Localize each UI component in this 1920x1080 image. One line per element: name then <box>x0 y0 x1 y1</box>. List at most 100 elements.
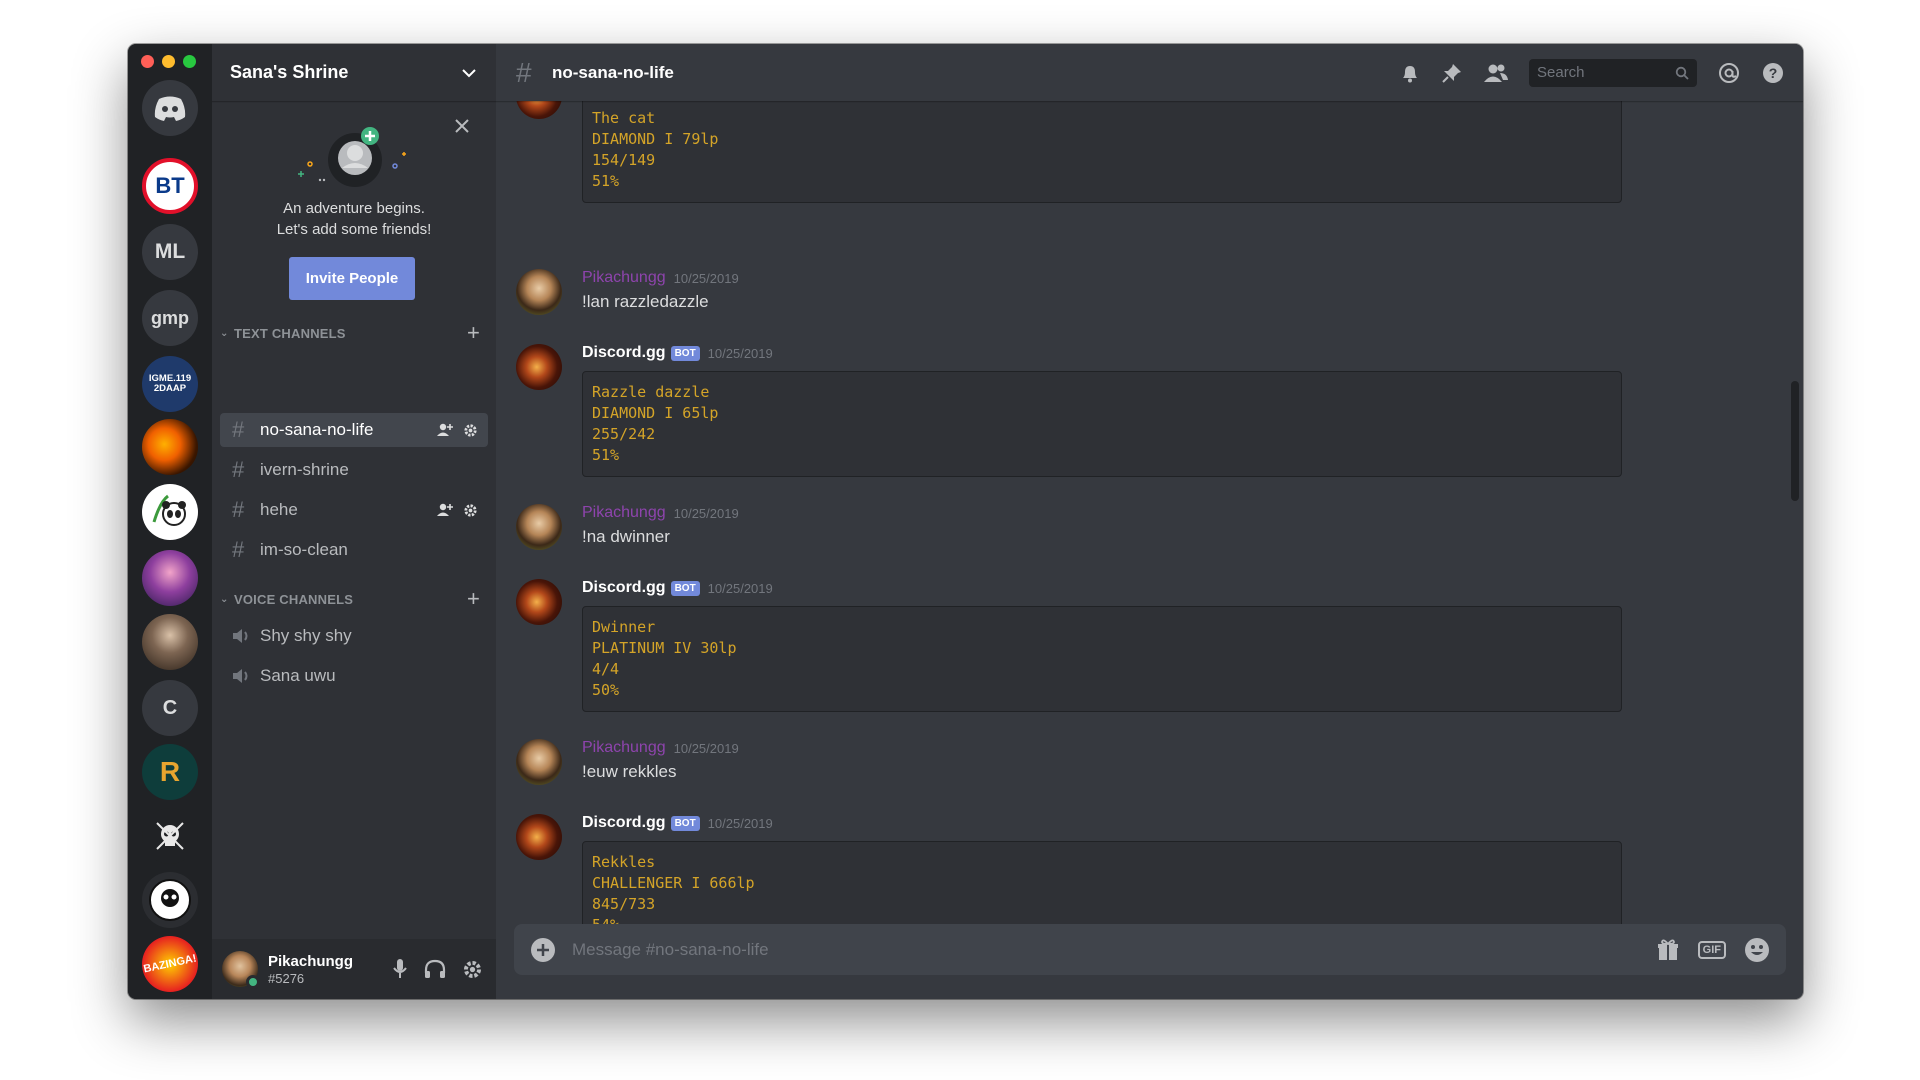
author-name[interactable]: Pikachungg <box>582 269 666 287</box>
server-icon-ml[interactable]: ML <box>142 224 198 280</box>
discord-logo-icon <box>154 96 186 121</box>
close-icon[interactable] <box>454 118 470 134</box>
create-channel-plus-icon[interactable]: + <box>467 320 480 346</box>
bot-badge: BOT <box>670 815 700 831</box>
window-controls <box>141 55 196 68</box>
author-name[interactable]: Pikachungg <box>582 504 666 522</box>
headphones-icon[interactable] <box>424 959 446 979</box>
composer-actions: GIF <box>1656 937 1770 963</box>
speaker-icon <box>233 669 248 683</box>
server-icon-fire[interactable] <box>142 419 198 475</box>
voice-channel-shy-shy-shy[interactable]: Shy shy shy <box>220 619 488 653</box>
channel-no-sana-no-life[interactable]: # no-sana-no-life <box>220 413 488 447</box>
speaker-icon <box>233 629 248 643</box>
code-block: The cat DIAMOND I 79lp 154/149 51% <box>582 101 1622 203</box>
timestamp: 10/25/2019 <box>673 505 739 521</box>
server-icon-photo[interactable] <box>142 614 198 670</box>
voice-channel-sana-uwu[interactable]: Sana uwu <box>220 659 488 693</box>
server-icon-anime[interactable] <box>142 550 198 606</box>
channel-sidebar: Sana's Shrine An adventure begins. Let's… <box>212 44 496 999</box>
server-icon-c[interactable]: C <box>142 680 198 736</box>
pin-icon[interactable] <box>1441 62 1463 84</box>
gift-icon[interactable] <box>1656 938 1680 962</box>
message-list: The cat DIAMOND I 79lp 154/149 51% Pikac… <box>496 101 1803 951</box>
voice-channels-category[interactable]: ⌄ VOICE CHANNELS + <box>220 586 488 612</box>
message-header: Pikachungg 10/25/2019 <box>582 737 739 759</box>
author-name[interactable]: Discord.gg <box>582 579 666 597</box>
search-input[interactable]: Search <box>1529 58 1697 87</box>
author-name[interactable]: Pikachungg <box>582 739 666 757</box>
gear-icon[interactable] <box>462 959 483 980</box>
server-icon-bazinga[interactable]: BAZINGA! <box>136 930 204 998</box>
author-name[interactable]: Discord.gg <box>582 814 666 832</box>
channel-ivern-shrine[interactable]: # ivern-shrine <box>220 453 488 487</box>
close-window-button[interactable] <box>141 55 154 68</box>
server-icon-bt[interactable]: BT <box>142 158 198 214</box>
message-composer: GIF <box>514 924 1786 975</box>
server-icon-r[interactable]: R <box>142 744 198 800</box>
invite-user-icon[interactable] <box>437 423 454 437</box>
home-button[interactable] <box>142 80 198 136</box>
server-icon-igme[interactable]: IGME.119 2DAAP <box>142 356 198 412</box>
svg-text:?: ? <box>1769 65 1778 81</box>
avatar[interactable] <box>222 951 260 989</box>
bot-badge: BOT <box>670 580 700 596</box>
minimize-window-button[interactable] <box>162 55 175 68</box>
create-voice-channel-plus-icon[interactable]: + <box>467 586 480 612</box>
timestamp: 10/25/2019 <box>673 270 739 286</box>
message-header: Pikachungg 10/25/2019 <box>582 502 739 524</box>
emblem-icon <box>149 879 191 921</box>
avatar[interactable] <box>516 344 562 390</box>
server-list: BT ML gmp IGME.119 2DAAP C R BAZINGA! <box>128 44 212 999</box>
channel-title: no-sana-no-life <box>552 62 674 82</box>
server-header[interactable]: Sana's Shrine <box>212 44 496 101</box>
avatar[interactable] <box>516 579 562 625</box>
emoji-icon[interactable] <box>1744 937 1770 963</box>
text-channels-category[interactable]: ⌄ TEXT CHANNELS + <box>220 320 488 346</box>
header-toolbar: Search ? <box>1399 44 1785 101</box>
plus-circle-icon[interactable] <box>530 937 556 963</box>
zoom-window-button[interactable] <box>183 55 196 68</box>
invite-message: An adventure begins. Let's add some frie… <box>276 200 432 238</box>
invite-people-button[interactable]: Invite People <box>289 257 415 300</box>
channel-header: # no-sana-no-life Search ? <box>496 44 1803 101</box>
server-icon-skull[interactable] <box>142 808 198 864</box>
discord-window: BT ML gmp IGME.119 2DAAP C R BAZINGA! Sa… <box>128 44 1803 999</box>
avatar[interactable] <box>516 269 562 315</box>
server-icon-panda[interactable] <box>142 484 198 540</box>
message-text: !lan razzledazzle <box>582 292 709 311</box>
chevron-down-icon <box>462 68 476 77</box>
server-icon-gmp[interactable]: gmp <box>142 290 198 346</box>
channel-im-so-clean[interactable]: # im-so-clean <box>220 533 488 567</box>
microphone-icon[interactable] <box>392 958 408 980</box>
avatar[interactable] <box>516 101 562 119</box>
help-icon[interactable]: ? <box>1761 61 1785 85</box>
username: Pikachungg <box>268 952 354 970</box>
channel-hehe[interactable]: # hehe <box>220 493 488 527</box>
message-text: !na dwinner <box>582 527 670 546</box>
members-icon[interactable] <box>1483 62 1509 84</box>
gear-icon[interactable] <box>463 503 478 518</box>
hashtag-icon: # <box>232 417 245 442</box>
search-icon <box>1675 66 1689 80</box>
user-panel: Pikachungg #5276 <box>212 939 496 999</box>
message-input[interactable] <box>572 939 1656 960</box>
invite-user-icon[interactable] <box>437 503 454 517</box>
scrollbar-thumb[interactable] <box>1791 381 1799 501</box>
avatar[interactable] <box>516 739 562 785</box>
code-block: Dwinner PLATINUM IV 30lp 4/4 50% <box>582 606 1622 712</box>
author-name[interactable]: Discord.gg <box>582 344 666 362</box>
hashtag-icon: # <box>232 457 245 482</box>
mentions-icon[interactable] <box>1717 61 1741 85</box>
avatar[interactable] <box>516 504 562 550</box>
gear-icon[interactable] <box>463 423 478 438</box>
server-icon-emblem[interactable] <box>142 872 198 928</box>
hashtag-icon: # <box>232 537 245 562</box>
user-controls <box>392 958 483 980</box>
timestamp: 10/25/2019 <box>707 345 773 361</box>
avatar[interactable] <box>516 814 562 860</box>
gif-button[interactable]: GIF <box>1697 940 1726 959</box>
bell-icon[interactable] <box>1399 62 1421 84</box>
message-header: Discord.gg BOT 10/25/2019 <box>582 342 773 364</box>
message-text: !euw rekkles <box>582 762 677 781</box>
